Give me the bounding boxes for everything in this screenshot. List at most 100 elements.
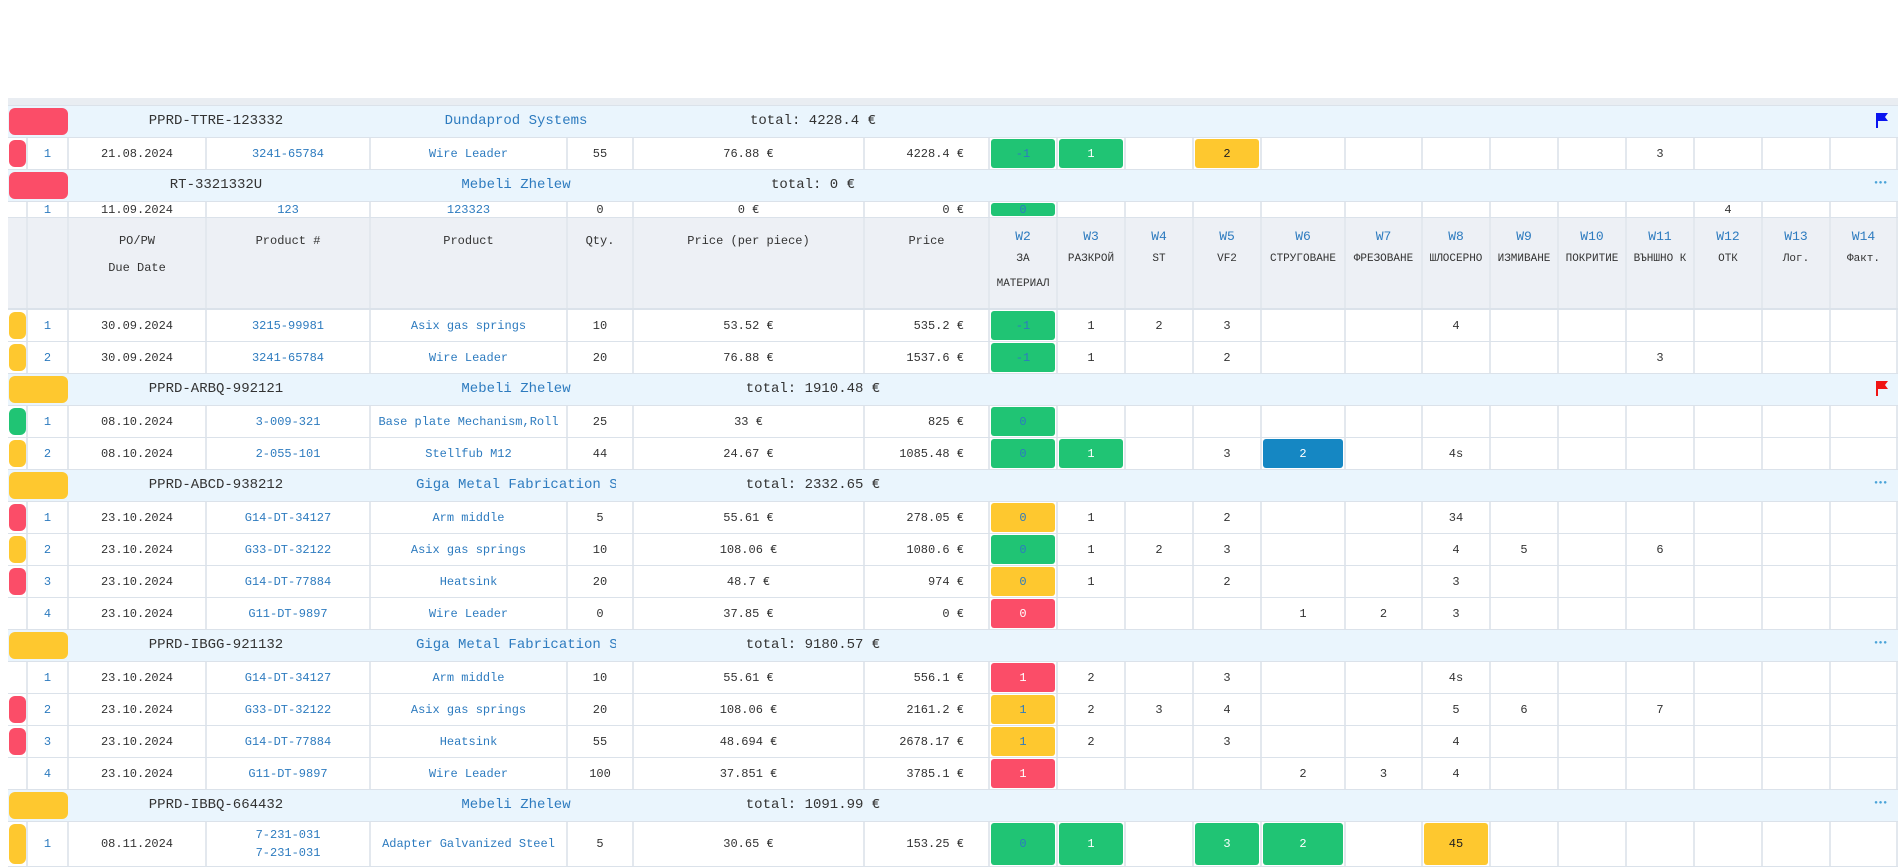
- workstation-cell-w5[interactable]: 3: [1194, 662, 1262, 693]
- group-header-row[interactable]: PPRD-IBGG-921132 Giga Metal Fabrication S…: [8, 630, 1898, 662]
- workstation-cell-w10[interactable]: [1559, 822, 1627, 866]
- workstation-cell-w11[interactable]: [1627, 758, 1695, 789]
- workstation-cell-w4[interactable]: 2: [1126, 534, 1194, 565]
- workstation-cell-w7[interactable]: [1346, 138, 1423, 169]
- workstation-cell-w14[interactable]: [1831, 502, 1898, 533]
- workstation-cell-w2[interactable]: 0: [990, 822, 1058, 866]
- row-index[interactable]: 3: [28, 726, 69, 757]
- workstation-cell-w7[interactable]: [1346, 694, 1423, 725]
- workstation-cell-w10[interactable]: [1559, 598, 1627, 629]
- workstation-cell-w12[interactable]: [1695, 138, 1763, 169]
- workstation-cell-w2[interactable]: 1: [990, 758, 1058, 789]
- workstation-cell-w5[interactable]: 2: [1194, 138, 1262, 169]
- workstation-badge[interactable]: 0: [991, 203, 1055, 217]
- row-index[interactable]: 1: [28, 502, 69, 533]
- product-name[interactable]: 123323: [371, 202, 568, 217]
- group-po-number[interactable]: PPRD-TTRE-123332: [116, 113, 316, 129]
- workstation-cell-w3[interactable]: 1: [1058, 502, 1126, 533]
- workstation-cell-w9[interactable]: [1491, 406, 1559, 437]
- workstation-cell-w3[interactable]: 2: [1058, 662, 1126, 693]
- group-po-number[interactable]: PPRD-IBGG-921132: [116, 637, 316, 653]
- workstation-cell-w2[interactable]: 0: [990, 406, 1058, 437]
- workstation-cell-w7[interactable]: 3: [1346, 758, 1423, 789]
- workstation-cell-w2[interactable]: -1: [990, 310, 1058, 341]
- header-product-col[interactable]: Product: [371, 218, 568, 308]
- row-index[interactable]: 4: [28, 598, 69, 629]
- workstation-cell-w5[interactable]: 2: [1194, 342, 1262, 373]
- workstation-cell-w6[interactable]: [1262, 534, 1346, 565]
- workstation-cell-w9[interactable]: 5: [1491, 534, 1559, 565]
- workstation-cell-w11[interactable]: [1627, 566, 1695, 597]
- table-row[interactable]: 2 23.10.2024 G33-DT-32122 Asix gas springs 1…: [8, 534, 1898, 566]
- workstation-cell-w13[interactable]: [1763, 726, 1831, 757]
- workstation-cell-w5[interactable]: [1194, 598, 1262, 629]
- header-workstation-w3[interactable]: W3 РАЗКРОЙ: [1058, 218, 1126, 308]
- workstation-cell-w13[interactable]: [1763, 342, 1831, 373]
- workstation-cell-w8[interactable]: [1423, 342, 1491, 373]
- workstation-badge[interactable]: 1: [991, 759, 1055, 788]
- workstation-cell-w2[interactable]: 0: [990, 502, 1058, 533]
- workstation-cell-w5[interactable]: 2: [1194, 502, 1262, 533]
- workstation-badge[interactable]: 0: [991, 407, 1055, 436]
- workstation-badge[interactable]: -1: [991, 139, 1055, 168]
- more-options-icon[interactable]: ●●●: [1874, 799, 1888, 806]
- group-po-number[interactable]: PPRD-IBBQ-664432: [116, 797, 316, 813]
- workstation-cell-w4[interactable]: [1126, 202, 1194, 217]
- workstation-cell-w11[interactable]: [1627, 406, 1695, 437]
- table-row[interactable]: 1 08.10.2024 3-009-321 Base plate Mechanism…: [8, 406, 1898, 438]
- group-header-row[interactable]: PPRD-ARBQ-992121 Mebeli Zhelew total: 1910…: [8, 374, 1898, 406]
- workstation-cell-w12[interactable]: [1695, 566, 1763, 597]
- group-client-link[interactable]: Mebeli Zhelew: [416, 177, 616, 193]
- header-workstation-w13[interactable]: W13 Лог.: [1763, 218, 1831, 308]
- workstation-badge[interactable]: 1: [991, 727, 1055, 756]
- workstation-cell-w5[interactable]: [1194, 202, 1262, 217]
- workstation-badge[interactable]: -1: [991, 311, 1055, 340]
- workstation-cell-w3[interactable]: [1058, 406, 1126, 437]
- product-name[interactable]: Adapter Galvanized Steel: [371, 822, 568, 866]
- product-number[interactable]: G11-DT-9897: [207, 758, 371, 789]
- group-po-number[interactable]: RT-3321332U: [116, 177, 316, 193]
- workstation-cell-w6[interactable]: [1262, 342, 1346, 373]
- workstation-badge[interactable]: 1: [1059, 139, 1123, 168]
- product-number[interactable]: G14-DT-77884: [207, 726, 371, 757]
- workstation-cell-w4[interactable]: [1126, 342, 1194, 373]
- product-name[interactable]: Wire Leader: [371, 758, 568, 789]
- workstation-cell-w14[interactable]: [1831, 662, 1898, 693]
- table-row[interactable]: 3 23.10.2024 G14-DT-77884 Heatsink 20 48.7 €9…: [8, 566, 1898, 598]
- workstation-cell-w14[interactable]: [1831, 822, 1898, 866]
- header-workstation-w14[interactable]: W14 Факт.: [1831, 218, 1898, 308]
- workstation-cell-w14[interactable]: [1831, 598, 1898, 629]
- workstation-cell-w12[interactable]: [1695, 502, 1763, 533]
- workstation-cell-w8[interactable]: 4: [1423, 534, 1491, 565]
- workstation-cell-w9[interactable]: 6: [1491, 694, 1559, 725]
- workstation-cell-w12[interactable]: [1695, 534, 1763, 565]
- workstation-cell-w7[interactable]: [1346, 566, 1423, 597]
- workstation-cell-w11[interactable]: [1627, 502, 1695, 533]
- workstation-cell-w8[interactable]: 4s: [1423, 662, 1491, 693]
- table-row[interactable]: 1 30.09.2024 3215-99981 Asix gas springs 10 5…: [8, 310, 1898, 342]
- workstation-cell-w6[interactable]: 2: [1262, 438, 1346, 469]
- product-number[interactable]: G14-DT-77884: [207, 566, 371, 597]
- row-index[interactable]: 1: [28, 822, 69, 866]
- workstation-badge[interactable]: 2: [1263, 823, 1343, 865]
- product-name[interactable]: Wire Leader: [371, 598, 568, 629]
- workstation-cell-w11[interactable]: [1627, 822, 1695, 866]
- workstation-badge[interactable]: 1: [991, 695, 1055, 724]
- workstation-cell-w5[interactable]: [1194, 406, 1262, 437]
- product-number[interactable]: G14-DT-34127: [207, 662, 371, 693]
- workstation-cell-w14[interactable]: [1831, 566, 1898, 597]
- workstation-cell-w13[interactable]: [1763, 502, 1831, 533]
- workstation-badge[interactable]: 1: [1059, 823, 1123, 865]
- workstation-badge[interactable]: 1: [991, 663, 1055, 692]
- workstation-cell-w12[interactable]: [1695, 438, 1763, 469]
- workstation-cell-w9[interactable]: [1491, 758, 1559, 789]
- workstation-cell-w4[interactable]: [1126, 822, 1194, 866]
- workstation-cell-w9[interactable]: [1491, 310, 1559, 341]
- table-row[interactable]: 1 23.10.2024 G14-DT-34127 Arm middle 5 55.61 …: [8, 502, 1898, 534]
- workstation-cell-w3[interactable]: [1058, 202, 1126, 217]
- table-row[interactable]: 4 23.10.2024 G11-DT-9897 Wire Leader 100 37.8…: [8, 758, 1898, 790]
- group-client-link[interactable]: Giga Metal Fabrication Systems: [416, 477, 616, 493]
- product-name[interactable]: Arm middle: [371, 502, 568, 533]
- workstation-cell-w2[interactable]: 1: [990, 726, 1058, 757]
- workstation-cell-w12[interactable]: [1695, 726, 1763, 757]
